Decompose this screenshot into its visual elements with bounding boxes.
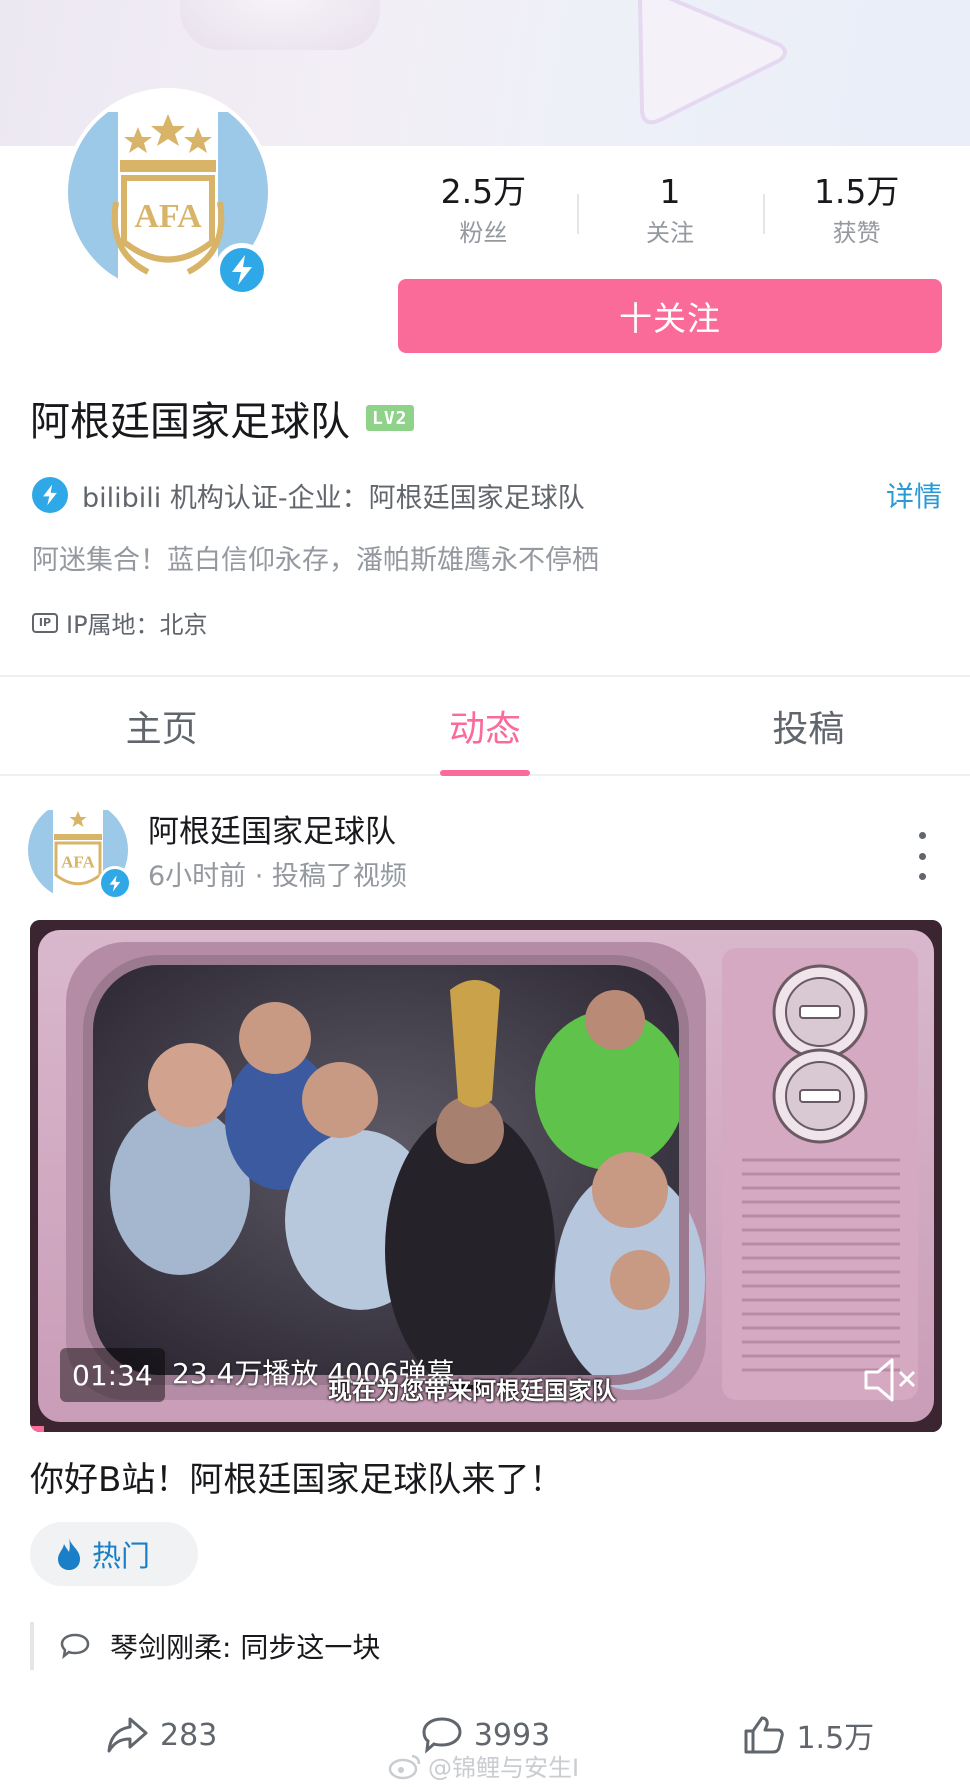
verification-text: bilibili 机构认证-企业：阿根廷国家足球队	[82, 482, 585, 514]
verification-row: bilibili 机构认证-企业：阿根廷国家足球队 详情	[32, 470, 942, 520]
ip-badge-icon: IP	[32, 612, 58, 633]
stat-fans[interactable]: 2.5万 粉丝	[390, 170, 577, 260]
share-icon	[107, 1717, 148, 1753]
svg-text:AFA: AFA	[134, 198, 202, 235]
thumbs-up-icon	[744, 1716, 785, 1754]
stat-value: 1	[659, 172, 681, 211]
tab-home[interactable]: 主页	[0, 678, 323, 774]
ip-location-text: IP属地：北京	[66, 611, 208, 639]
level-badge: LV2	[366, 405, 414, 431]
video-subtitle: 现在为您带来阿根廷国家队	[328, 1377, 616, 1405]
more-options-icon[interactable]	[910, 832, 934, 880]
tab-uploads[interactable]: 投稿	[647, 678, 970, 774]
hot-tag[interactable]: 热门	[30, 1522, 198, 1586]
stat-value: 2.5万	[440, 172, 527, 211]
profile-tabs: 主页 动态 投稿	[0, 678, 970, 776]
follow-button[interactable]: 十关注	[398, 279, 942, 353]
ip-location: IP IP属地：北京	[32, 605, 208, 640]
comment-bubble-icon	[60, 1633, 90, 1659]
like-button[interactable]: 1.5万	[647, 1700, 970, 1770]
like-count: 1.5万	[796, 1721, 875, 1756]
hot-tag-label: 热门	[92, 1539, 151, 1573]
weibo-logo-icon	[388, 1754, 421, 1779]
stat-label: 获赞	[832, 219, 881, 247]
verified-badge-icon	[215, 243, 269, 297]
post-author-name[interactable]: 阿根廷国家足球队	[148, 806, 396, 851]
share-count: 283	[160, 1717, 218, 1753]
post-meta: 6小时前 · 投稿了视频	[148, 861, 407, 892]
tab-dynamics[interactable]: 动态	[323, 678, 646, 776]
retro-tv-thumbnail-image	[30, 920, 942, 1432]
stat-likes[interactable]: 1.5万 获赞	[763, 170, 950, 260]
play-shape-decoration	[637, 0, 787, 125]
verification-detail-link[interactable]: 详情	[886, 475, 942, 515]
video-duration: 01:34	[60, 1348, 165, 1402]
flame-icon	[58, 1538, 80, 1570]
profile-name-row: 阿根廷国家足球队 LV2	[30, 388, 414, 448]
verified-badge-icon	[98, 866, 132, 900]
top-comment-text: 琴剑刚柔: 同步这一块	[110, 1631, 381, 1664]
stat-value: 1.5万	[813, 172, 900, 211]
share-button[interactable]: 283	[0, 1700, 323, 1770]
verified-lightning-icon	[32, 477, 68, 513]
mute-icon[interactable]	[860, 1352, 920, 1408]
profile-stats: 2.5万 粉丝 1 关注 1.5万 获赞	[390, 170, 950, 260]
stat-label: 关注	[646, 219, 694, 247]
top-comment[interactable]: 琴剑刚柔: 同步这一块	[30, 1622, 940, 1670]
divider	[0, 675, 970, 677]
stat-label: 粉丝	[459, 219, 508, 247]
video-thumbnail[interactable]: 01:34 23.4万播放 4006弹幕 现在为您带来阿根廷国家队	[30, 920, 942, 1432]
post-title[interactable]: 你好B站！阿根廷国家足球队来了！	[30, 1452, 563, 1501]
banner-decoration	[180, 0, 380, 50]
watermark-text: @锦鲤与安生I	[428, 1754, 580, 1782]
profile-signature: 阿迷集合！蓝白信仰永存，潘帕斯雄鹰永不停栖	[32, 545, 599, 576]
svg-text:AFA: AFA	[61, 853, 95, 872]
profile-name: 阿根廷国家足球队	[30, 399, 350, 445]
weibo-watermark: @锦鲤与安生I	[388, 1748, 579, 1783]
stat-following[interactable]: 1 关注	[576, 170, 764, 260]
